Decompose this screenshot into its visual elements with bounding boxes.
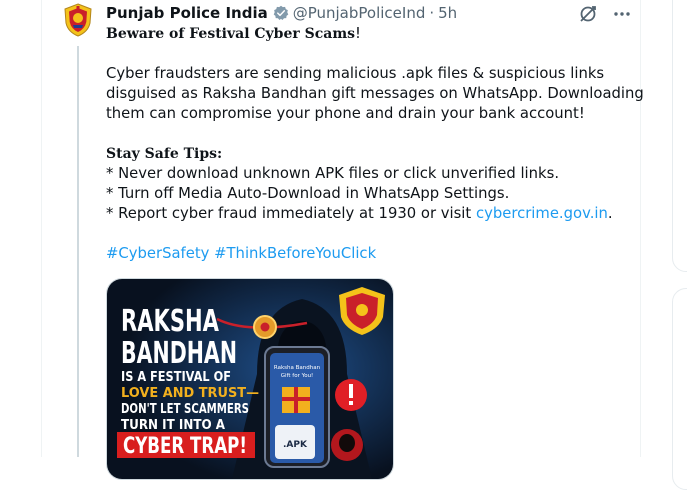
sidebar-card [672,0,687,272]
media-headline: BANDHAN [121,336,237,371]
tweet-header: Punjab Police India @PunjabPoliceInd · 5… [106,3,457,23]
phone-text: Gift for You! [281,373,314,379]
tip-item: * Turn off Media Auto-Download in WhatsA… [106,185,510,202]
media-graphic: Raksha Bandhan Gift for You! .APK RAKSHA… [107,279,393,479]
paragraph-line: disguised as Raksha Bandhan gift message… [106,85,644,102]
phone-text: Raksha Bandhan [274,365,321,371]
media-subtext: TURN IT INTO A [121,417,225,433]
cybercrime-link[interactable]: cybercrime.gov.in [476,205,608,222]
hashtag-link[interactable]: #CyberSafety [106,245,209,262]
warning-icon [335,379,367,411]
media-headline: RAKSHA [121,304,220,339]
tweet-text: Beware of Festival Cyber Scams! Cyber fr… [106,24,644,264]
tweet-media-image[interactable]: Raksha Bandhan Gift for You! .APK RAKSHA… [106,278,394,480]
verified-badge-icon [273,5,288,20]
paragraph-line: Cyber fraudsters are sending malicious .… [106,65,605,82]
separator-dot: · [429,4,435,22]
tip-item: * Report cyber fraud immediately at 1930… [106,204,626,224]
timeline-right-border [640,0,641,457]
tweet-title-text: Beware of Festival Cyber Scams [106,26,356,42]
cyber-trap-text: CYBER TRAP! [123,434,247,459]
more-options-icon[interactable] [612,4,632,24]
author-name[interactable]: Punjab Police India [106,4,268,22]
timestamp[interactable]: 5h [438,4,457,22]
hashtags: #CyberSafety #ThinkBeforeYouClick [106,244,626,264]
media-subtext: IS A FESTIVAL OF [121,369,231,385]
tip-text: * Report cyber fraud immediately at 1930… [106,205,476,222]
author-handle[interactable]: @PunjabPoliceInd [293,4,426,22]
tweet-title-end: ! [355,25,361,42]
thread-line [77,46,79,457]
tweet-title: Beware of Festival Cyber Scams! [106,24,626,44]
timeline-left-border [41,0,42,457]
grok-icon[interactable] [578,4,598,24]
apk-label: .APK [283,440,308,450]
sidebar-card-2 [672,288,687,490]
media-subtext: LOVE AND TRUST— [121,385,259,401]
tip-item: * Never download unknown APK files or cl… [106,165,560,182]
police-badge-avatar[interactable] [62,3,94,37]
paragraph-line: them can compromise your phone and drain… [106,105,585,122]
tips-heading: Stay Safe Tips: [106,146,223,162]
tip-end: . [607,205,613,222]
phone-graphic: Raksha Bandhan Gift for You! .APK [264,346,330,468]
hacker-mask-icon [331,429,363,461]
media-subtext: DON'T LET SCAMMERS [121,401,249,417]
hashtag-link[interactable]: #ThinkBeforeYouClick [214,245,376,262]
